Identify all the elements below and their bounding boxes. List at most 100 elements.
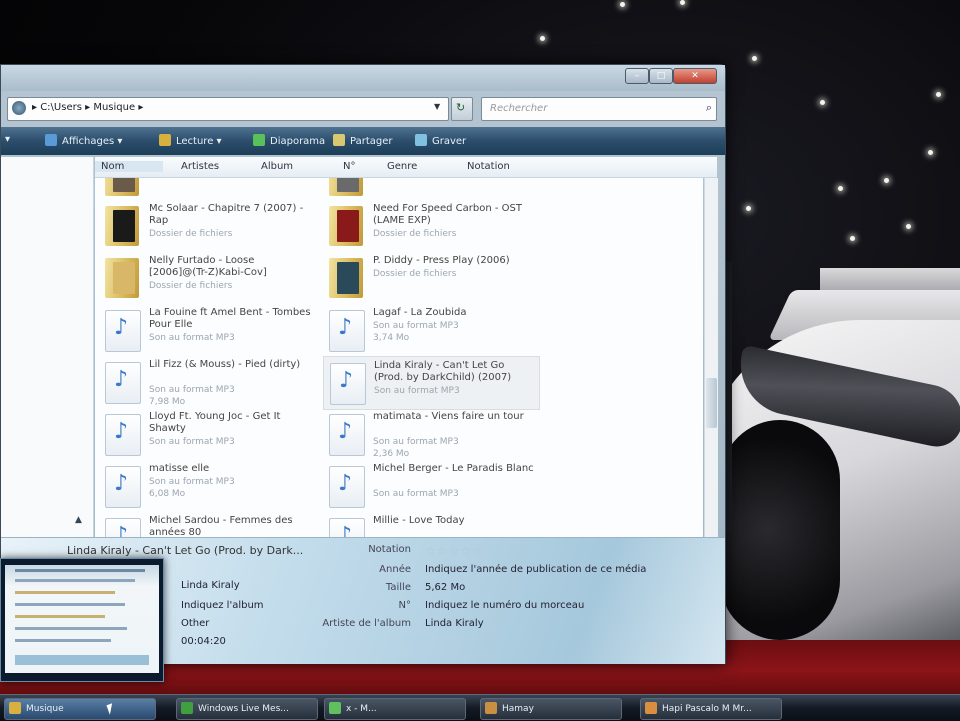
item-type: Dossier de fichiers — [149, 281, 233, 291]
music-note-icon: ♪ — [338, 523, 353, 538]
window-titlebar[interactable]: – □ ✕ — [1, 65, 725, 91]
item-size: 3,74 Mo — [373, 333, 410, 343]
music-file-icon: ♪ — [329, 466, 365, 508]
music-note-icon: ♪ — [338, 315, 353, 340]
item-name: Mc Solaar - Chapitre 7 (2007) - Rap — [149, 203, 304, 226]
item-size: 6,08 Mo — [149, 489, 186, 499]
audio-file-item[interactable]: ♪ Lloyd Ft. Young Joc - Get It Shawty Son … — [99, 408, 314, 460]
minimize-button[interactable]: – — [625, 68, 649, 84]
slideshow-button[interactable]: Diaporama — [253, 134, 325, 147]
rating-stars[interactable]: ☆☆☆☆☆ — [425, 544, 484, 558]
music-file-icon: ♪ — [105, 414, 141, 456]
folder-item[interactable]: Dossier de fichiers — [99, 178, 314, 202]
music-note-icon: ♪ — [114, 315, 129, 340]
address-bar[interactable]: ▸ C:\Users ▸ Musique ▸ ▼ — [7, 97, 449, 121]
audio-file-item[interactable]: ♪ La Fouine ft Amel Bent - Tombes Pour El… — [99, 304, 314, 356]
spotlight — [850, 236, 855, 241]
breadcrumb: ▸ C:\Users ▸ Musique ▸ — [32, 102, 143, 113]
item-size: 2,36 Mo — [373, 449, 410, 459]
item-type: Son au format MP3 — [373, 321, 459, 331]
album-value[interactable]: Indiquez l'album — [181, 600, 264, 611]
breadcrumb-item[interactable]: C:\Users — [40, 102, 82, 113]
folder-icon — [329, 258, 363, 298]
artist-value[interactable]: Linda Kiraly — [181, 580, 240, 591]
music-note-icon: ♪ — [114, 523, 129, 538]
navigation-pane[interactable]: ▲ — [1, 157, 94, 539]
item-name: Lil Fizz (& Mouss) - Pied (dirty) — [149, 359, 301, 370]
chevron-down-icon[interactable]: ▼ — [434, 102, 440, 111]
item-type: Son au format MP3 — [373, 489, 459, 499]
folder-item[interactable]: Nelly Furtado - Loose [2006]@(Tr-Z)Kabi-… — [99, 252, 314, 304]
refresh-button[interactable]: ↻ — [451, 97, 473, 121]
breadcrumb-separator: ▸ — [138, 102, 144, 113]
column-header-name[interactable]: Nom — [95, 161, 163, 172]
maximize-button[interactable]: □ — [649, 68, 673, 84]
track-number-value[interactable]: Indiquez le numéro du morceau — [425, 600, 584, 611]
genre-value[interactable]: Other — [181, 618, 209, 629]
close-button[interactable]: ✕ — [673, 68, 717, 84]
folder-item[interactable]: Mc Solaar - Chapitre 7 (2007) - Rap Dossi… — [99, 200, 314, 252]
play-button[interactable]: Lecture ▾ — [159, 134, 222, 147]
spotlight — [838, 186, 843, 191]
audio-file-item[interactable]: ♪ Lil Fizz (& Mouss) - Pied (dirty) Son au… — [99, 356, 314, 408]
folder-icon — [12, 101, 26, 115]
vertical-scrollbar[interactable] — [704, 178, 718, 538]
music-file-icon: ♪ — [105, 362, 141, 404]
search-icon[interactable]: ⌕ — [706, 101, 712, 115]
audio-file-item[interactable]: ♪ Lagaf - La Zoubida Son au format MP3 3,74… — [323, 304, 538, 356]
column-header-album[interactable]: Album — [261, 161, 293, 172]
folder-icon — [105, 206, 139, 246]
scrollbar-thumb[interactable] — [706, 378, 717, 428]
burn-button[interactable]: Graver — [415, 134, 466, 147]
album-artist-value[interactable]: Linda Kiraly — [425, 618, 484, 629]
taskbar-button[interactable]: Hapi Pascalo M Mr... — [640, 698, 782, 720]
folder-item[interactable] — [323, 178, 538, 202]
album-art-thumbnail — [113, 262, 135, 294]
year-label: Année — [379, 564, 411, 575]
taskbar-button[interactable]: Hamay — [480, 698, 622, 720]
audio-file-item[interactable]: ♪ matimata - Viens faire un tour Son au fo… — [323, 408, 538, 460]
spotlight — [680, 0, 685, 5]
play-icon — [159, 134, 171, 146]
breadcrumb-item[interactable]: Musique — [93, 102, 135, 113]
search-input[interactable]: Rechercher ⌕ — [481, 97, 717, 121]
app-icon — [485, 702, 497, 714]
item-name: matisse elle — [149, 463, 210, 474]
music-note-icon: ♪ — [114, 367, 129, 392]
column-header-artists[interactable]: Artistes — [181, 161, 219, 172]
column-header-genre[interactable]: Genre — [387, 161, 417, 172]
folder-icon — [105, 258, 139, 298]
audio-file-item[interactable]: ♪ Millie - Love Today — [323, 512, 538, 538]
audio-file-item[interactable]: ♪ Linda Kiraly - Can't Let Go (Prod. by D… — [323, 356, 540, 410]
scroll-up-icon[interactable]: ▲ — [75, 515, 82, 525]
organize-button[interactable]: ▾ — [5, 134, 10, 145]
music-note-icon: ♪ — [338, 471, 353, 496]
audio-file-item[interactable]: ♪ matisse elle Son au format MP3 6,08 Mo — [99, 460, 314, 512]
music-file-icon: ♪ — [329, 518, 365, 538]
column-header-rating[interactable]: Notation — [467, 161, 510, 172]
item-name: Millie - Love Today — [373, 515, 465, 526]
music-file-icon: ♪ — [329, 414, 365, 456]
album-art-thumbnail — [337, 262, 359, 294]
item-name: Michel Sardou - Femmes des années 80 — [149, 515, 293, 538]
spotlight — [746, 206, 751, 211]
spotlight — [620, 2, 625, 7]
views-button[interactable]: Affichages ▾ — [45, 134, 122, 147]
taskbar-button[interactable]: Windows Live Mes... — [176, 698, 318, 720]
thumbnail-row — [15, 627, 127, 630]
year-value[interactable]: Indiquez l'année de publication de ce mé… — [425, 564, 646, 575]
audio-file-item[interactable]: ♪ Michel Berger - Le Paradis Blanc Son au … — [323, 460, 538, 512]
column-header-number[interactable]: N° — [343, 161, 355, 172]
item-type: Son au format MP3 — [149, 385, 235, 395]
folder-item[interactable]: Need For Speed Carbon - OST (LAME EXP) Do… — [323, 200, 538, 252]
app-icon — [329, 702, 341, 714]
close-icon: ✕ — [691, 71, 699, 81]
taskbar-button[interactable]: Musique — [4, 698, 156, 720]
item-name: Nelly Furtado - Loose [2006]@(Tr-Z)Kabi-… — [149, 255, 267, 278]
taskbar-button[interactable]: x - M... — [324, 698, 466, 720]
folder-item[interactable]: P. Diddy - Press Play (2006) Dossier de f… — [323, 252, 538, 304]
share-button[interactable]: Partager — [333, 134, 392, 147]
audio-file-item[interactable]: ♪ Michel Sardou - Femmes des années 80 — [99, 512, 314, 538]
taskbar-thumbnail-preview[interactable] — [0, 558, 164, 682]
file-list: Dossier de fichiersMc Solaar - Chapitre … — [95, 178, 703, 538]
